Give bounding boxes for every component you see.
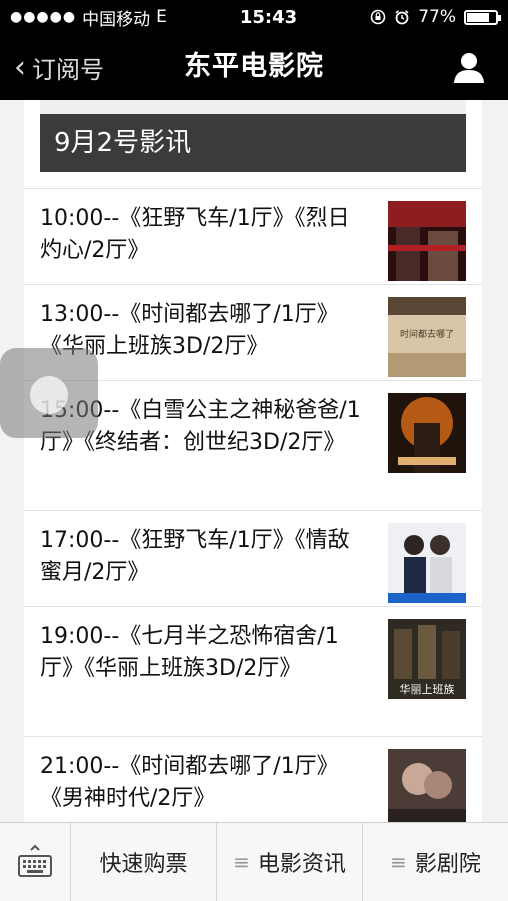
rotation-lock-icon — [370, 9, 386, 25]
showtime-text: 17:00--《狂野飞车/1厅》《情敌蜜月/2厅》 — [40, 528, 350, 585]
menu-list-icon: ≡ — [233, 850, 250, 874]
menu-label: 影剧院 — [414, 852, 481, 877]
poster-caption: 华丽上班族 — [400, 682, 455, 696]
menu-list-icon: ≡ — [390, 850, 407, 874]
menu-label: 快速购票 — [99, 852, 188, 877]
menu-label: 电影资讯 — [257, 852, 346, 877]
alarm-icon — [395, 10, 409, 25]
keyboard-icon — [18, 844, 52, 877]
assistive-touch-icon — [30, 376, 68, 414]
menu-quick-ticket[interactable]: 快速购票 — [71, 823, 217, 901]
showtime-text: 21:00--《时间都去哪了/1厅》《男神时代/2厅》 — [40, 754, 339, 811]
status-bar: ●●●●● 中国移动 E 15:43 77% — [0, 0, 508, 34]
showtime-text: 19:00--《七月半之恐怖宿舍/1厅》《华丽上班族3D/2厅》 — [40, 624, 339, 681]
movie-poster: 华丽上班族 — [388, 619, 466, 699]
battery-percent: 77% — [418, 7, 456, 27]
signal-strength-icon: ●●●●● — [10, 9, 77, 25]
movie-poster — [388, 393, 466, 473]
list-item: 21:00--《时间都去哪了/1厅》《男神时代/2厅》 — [24, 737, 482, 822]
article-content: 9月2号影讯 10:00--《狂野飞车/1厅》《烈日灼心/2厅》 13:00--… — [24, 100, 482, 822]
network-type: E — [156, 7, 167, 27]
showtime-text: 10:00--《狂野飞车/1厅》《烈日灼心/2厅》 — [40, 206, 350, 263]
clock: 15:43 — [239, 6, 298, 28]
movie-poster — [388, 749, 466, 822]
page-title: 东平电影院 — [184, 51, 324, 82]
menu-movie-news[interactable]: ≡ 电影资讯 — [217, 823, 363, 901]
showtime-list: 10:00--《狂野飞车/1厅》《烈日灼心/2厅》 13:00--《时间都去哪了… — [24, 188, 482, 822]
user-profile-icon[interactable] — [452, 50, 486, 84]
nav-bar: ‹ 订阅号 东平电影院 — [0, 34, 508, 100]
menu-theater[interactable]: ≡ 影剧院 — [363, 823, 508, 901]
list-item: 19:00--《七月半之恐怖宿舍/1厅》《华丽上班族3D/2厅》 华丽上班族 — [24, 607, 482, 737]
carrier-name: 中国移动 — [82, 9, 151, 30]
movie-poster — [388, 523, 466, 603]
keyboard-toggle-button[interactable] — [0, 823, 71, 901]
bottom-menu: 快速购票 ≡ 电影资讯 ≡ 影剧院 — [0, 822, 508, 901]
date-heading: 9月2号影讯 — [40, 114, 466, 172]
movie-poster: 时间都去哪了 — [388, 297, 466, 377]
list-item: 10:00--《狂野飞车/1厅》《烈日灼心/2厅》 — [24, 189, 482, 285]
battery-icon — [464, 9, 501, 25]
assistive-touch-button[interactable] — [0, 348, 98, 438]
list-item: 17:00--《狂野飞车/1厅》《情敌蜜月/2厅》 — [24, 511, 482, 607]
movie-poster — [388, 201, 466, 281]
poster-caption: 时间都去哪了 — [400, 328, 454, 340]
